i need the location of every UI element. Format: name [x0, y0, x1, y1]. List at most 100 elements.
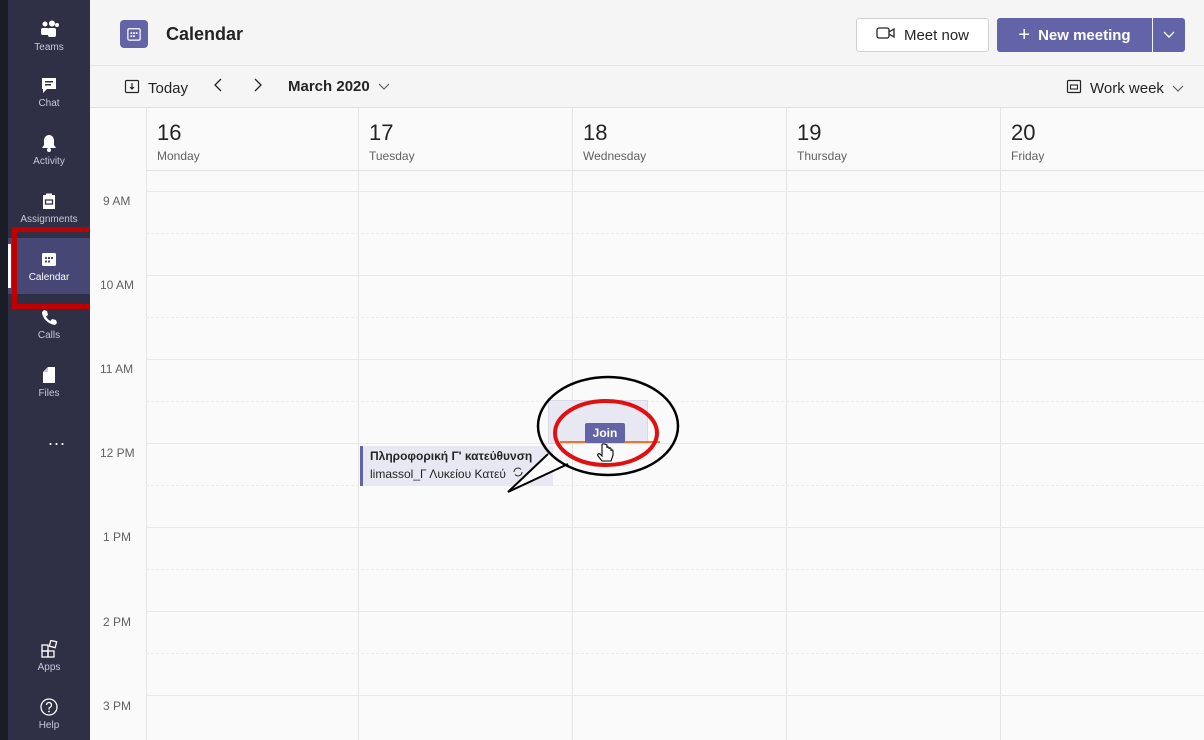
- join-button[interactable]: Join: [585, 423, 625, 443]
- time-label: 3 PM: [103, 699, 132, 713]
- hour-line: [146, 275, 1204, 276]
- meeting-event[interactable]: Πληροφορική Γ' κατεύθυνση limassol_Γ Λυκ…: [360, 446, 553, 486]
- header-divider: [146, 170, 1204, 171]
- chevron-down-icon: [1163, 26, 1175, 44]
- teams-app: Teams Chat Activity Assignments Calendar: [0, 0, 1204, 740]
- help-icon: [39, 697, 59, 717]
- new-meeting-label: New meeting: [1038, 26, 1131, 44]
- rail-item-files[interactable]: Files: [8, 354, 90, 410]
- day-number: 19: [797, 120, 822, 145]
- rail-label: Chat: [38, 98, 60, 109]
- hour-line: [146, 191, 1204, 192]
- next-week-button[interactable]: [248, 76, 268, 98]
- view-picker[interactable]: Work week: [1066, 78, 1184, 98]
- phone-icon: [39, 307, 59, 327]
- assignments-icon: [39, 191, 59, 211]
- file-icon: [39, 365, 59, 385]
- rail-label: Assignments: [20, 214, 78, 225]
- chevron-down-icon: [378, 78, 390, 95]
- today-label: Today: [148, 79, 189, 97]
- time-label: 10 AM: [100, 278, 135, 292]
- rail-label: Apps: [37, 662, 61, 673]
- rail-label: Teams: [34, 42, 64, 53]
- day-header-friday[interactable]: 20 Friday: [1000, 108, 1204, 170]
- day-number: 18: [583, 120, 608, 145]
- teams-icon: [39, 19, 59, 39]
- plus-icon: +: [1018, 24, 1031, 46]
- meet-now-button[interactable]: Meet now: [856, 18, 989, 52]
- day-name: Wednesday: [583, 149, 647, 163]
- rail-item-apps[interactable]: Apps: [8, 628, 90, 684]
- calendar-today-icon: [124, 78, 140, 98]
- time-label: 9 AM: [103, 194, 131, 208]
- day-name: Tuesday: [369, 149, 415, 163]
- hour-line: [146, 443, 1204, 444]
- calendar-highlight-box: [12, 227, 98, 309]
- rail-label: Files: [38, 388, 60, 399]
- half-hour-line: [146, 401, 1204, 402]
- chat-icon: [39, 75, 59, 95]
- grid-divider: [146, 108, 147, 740]
- more-apps-button[interactable]: ...: [16, 424, 98, 454]
- rail-item-help[interactable]: Help: [8, 686, 90, 740]
- day-number: 20: [1011, 120, 1036, 145]
- chevron-down-icon: [1172, 80, 1184, 97]
- day-number: 17: [369, 120, 394, 145]
- event-subtitle-row: limassol_Γ Λυκείου Κατεύ: [370, 466, 553, 481]
- rail-label: Calls: [37, 330, 61, 341]
- grid-divider: [786, 108, 787, 740]
- rail-item-chat[interactable]: Chat: [8, 64, 90, 120]
- view-label: Work week: [1090, 79, 1164, 97]
- day-name: Thursday: [797, 149, 848, 163]
- chevron-left-icon: [214, 78, 222, 97]
- new-meeting-dropdown-button[interactable]: [1153, 18, 1185, 52]
- hour-line: [146, 611, 1204, 612]
- meet-now-label: Meet now: [903, 26, 970, 44]
- hour-line: [146, 527, 1204, 528]
- recurring-icon: [512, 466, 524, 481]
- half-hour-line: [146, 569, 1204, 570]
- month-picker[interactable]: March 2020: [288, 78, 390, 95]
- apps-icon: [39, 639, 59, 659]
- day-number: 16: [157, 120, 182, 145]
- day-header-thursday[interactable]: 19 Thursday: [786, 108, 1000, 170]
- day-header-monday[interactable]: 16 Monday: [146, 108, 358, 170]
- event-subtitle: limassol_Γ Λυκείου Κατεύ: [370, 466, 506, 481]
- day-header-tuesday[interactable]: 17 Tuesday: [358, 108, 572, 170]
- previous-week-button[interactable]: [208, 76, 228, 98]
- calendar-view-icon: [1066, 78, 1082, 98]
- window-edge: [0, 0, 8, 740]
- video-camera-icon: [876, 25, 896, 45]
- hour-line: [146, 695, 1204, 696]
- rail-item-activity[interactable]: Activity: [8, 122, 90, 178]
- month-label: March 2020: [288, 78, 370, 95]
- today-button[interactable]: Today: [124, 78, 188, 98]
- rail-label: Activity: [33, 156, 65, 167]
- calendar-grid: 16 Monday 17 Tuesday 18 Wednesday 19 Thu…: [90, 108, 1204, 740]
- time-label: 2 PM: [103, 615, 132, 629]
- half-hour-line: [146, 485, 1204, 486]
- calendar-header: Calendar Meet now + New meeting: [90, 0, 1204, 66]
- half-hour-line: [146, 233, 1204, 234]
- grid-divider: [1000, 108, 1001, 740]
- new-meeting-button[interactable]: + New meeting: [997, 18, 1152, 52]
- rail-item-teams[interactable]: Teams: [8, 8, 90, 64]
- grid-divider: [358, 108, 359, 740]
- day-name: Monday: [157, 149, 200, 163]
- calendar-badge-icon: [120, 20, 148, 48]
- app-rail: Teams Chat Activity Assignments Calendar: [8, 0, 90, 740]
- rail-label: Help: [38, 720, 60, 731]
- hour-line: [146, 359, 1204, 360]
- day-header-wednesday[interactable]: 18 Wednesday: [572, 108, 786, 170]
- event-title: Πληροφορική Γ' κατεύθυνση: [370, 449, 533, 463]
- day-name: Friday: [1011, 149, 1045, 163]
- half-hour-line: [146, 653, 1204, 654]
- half-hour-line: [146, 317, 1204, 318]
- calendar-toolbar: Today March 2020 Work week: [90, 66, 1204, 108]
- time-label: 1 PM: [103, 530, 132, 544]
- chevron-right-icon: [254, 78, 262, 97]
- time-label: 11 AM: [100, 362, 134, 376]
- page-title: Calendar: [166, 24, 244, 44]
- time-label: 12 PM: [100, 446, 135, 460]
- bell-icon: [39, 133, 59, 153]
